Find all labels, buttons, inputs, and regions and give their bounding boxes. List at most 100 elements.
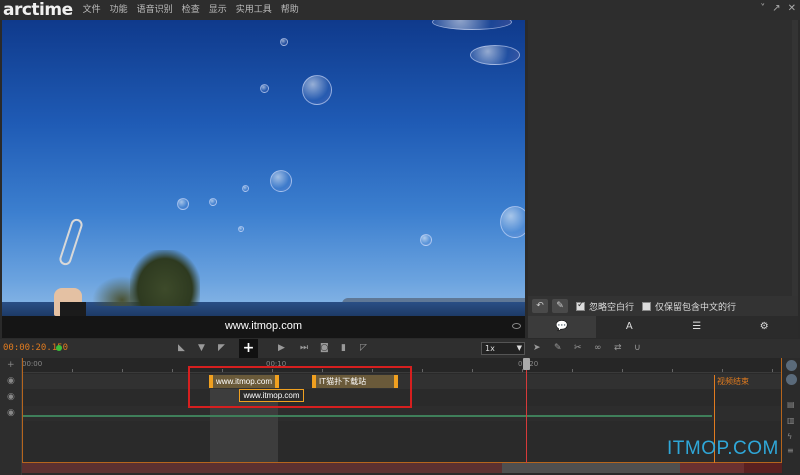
menu-speech-recognition[interactable]: 语音识别 (137, 0, 173, 20)
tab-list-icon[interactable]: ☰ (663, 316, 731, 338)
bubble (420, 234, 432, 246)
ruler-label: 00:00 (22, 360, 43, 368)
tick (622, 369, 623, 372)
tab-font-icon[interactable]: A (596, 316, 664, 338)
scrollbar[interactable] (792, 20, 798, 296)
audio-track[interactable] (22, 406, 782, 421)
lightning-icon[interactable]: ϟ (787, 432, 792, 441)
zoom-knob[interactable] (786, 374, 797, 385)
ignore-blank-label: 忽略空白行 (589, 302, 635, 313)
tick (572, 369, 573, 372)
app-logo: arctime (3, 0, 73, 20)
tick (72, 369, 73, 372)
video-end-label: 视频结束 (717, 377, 749, 386)
mark-in-icon[interactable]: ◣ (178, 343, 185, 353)
timeline-scrollbar[interactable] (22, 463, 782, 473)
bubble (238, 226, 244, 232)
bubble (177, 198, 189, 210)
bubble (302, 75, 332, 105)
scroll-segment (744, 463, 782, 473)
menu-display[interactable]: 显示 (209, 0, 227, 20)
menu-file[interactable]: 文件 (83, 0, 101, 20)
tree (130, 250, 200, 306)
subtitle-text-panel[interactable] (528, 20, 798, 296)
scissors-icon[interactable]: ✂ (574, 343, 582, 353)
cursor-icon[interactable]: ➤ (533, 343, 541, 353)
tick (122, 369, 123, 372)
chevron-down-icon: ▼ (516, 344, 522, 352)
tick (422, 369, 423, 372)
mark-out-icon[interactable]: ◤ (218, 343, 225, 353)
eye-icon[interactable] (512, 323, 521, 329)
speed-value: 1x (485, 344, 495, 353)
maximize-icon[interactable]: ↗ (772, 3, 780, 14)
edit-tool-icon[interactable]: ✎ (554, 343, 562, 353)
link-icon[interactable]: ∞ (594, 343, 602, 353)
bubble-wand (57, 217, 85, 267)
bubble (280, 38, 288, 46)
tab-settings-icon[interactable]: ⚙ (731, 316, 799, 338)
down-icon[interactable]: ▼ (198, 343, 205, 353)
eye-icon[interactable]: ◉ (7, 377, 16, 386)
bubble (260, 84, 269, 93)
panel-tabs: 💬 A ☰ ⚙ (528, 316, 798, 338)
scroll-segment (22, 463, 502, 473)
close-icon[interactable]: ✕ (788, 3, 796, 14)
bubble (432, 20, 512, 30)
chinese-only-label: 仅保留包含中文的行 (655, 302, 737, 313)
add-subtitle-button[interactable]: + (239, 339, 258, 358)
minimize-icon[interactable]: ˅ (760, 3, 765, 14)
add-track-icon[interactable]: + (7, 361, 16, 370)
ignore-blank-checkbox[interactable] (576, 300, 585, 311)
bubble (470, 45, 520, 65)
tick (672, 369, 673, 372)
playhead-handle[interactable] (523, 358, 530, 370)
bubble (209, 198, 217, 206)
menu-function[interactable]: 功能 (110, 0, 128, 20)
playhead[interactable] (526, 358, 527, 463)
playback-controls: 00:00:20.150 ◣ ▼ ◤ + ▶ ⏭ ◙ ▮ ◸ 1x ▼ ➤ ✎ … (0, 339, 800, 358)
edit-icon[interactable]: ✎ (552, 299, 568, 313)
zoom-knob[interactable] (786, 360, 797, 371)
menu-check[interactable]: 检查 (182, 0, 200, 20)
sleeve (60, 302, 86, 316)
zoom-controls: ▤ ▥ ϟ ≡ (783, 358, 800, 475)
title-bar: arctime 文件 功能 语音识别 检查 显示 实用工具 帮助 ˅ ↗ ✕ (0, 0, 800, 20)
watermark: ITMOP.COM (667, 438, 779, 459)
magnet-icon[interactable]: ∪ (634, 343, 641, 353)
eye-icon[interactable]: ◉ (7, 393, 16, 402)
bubble (500, 206, 525, 238)
speed-select[interactable]: 1x ▼ (481, 342, 525, 355)
camera-icon[interactable]: ◙ (320, 343, 329, 353)
video-preview[interactable] (2, 20, 525, 316)
chart-icon[interactable]: ▥ (787, 416, 795, 425)
play-icon[interactable]: ▶ (278, 343, 285, 353)
status-dot (56, 345, 62, 351)
menu-help[interactable]: 帮助 (281, 0, 299, 20)
highlight-box (188, 366, 412, 408)
track-controls: + ◉ ◉ ◉ (0, 358, 22, 475)
tick (172, 369, 173, 372)
tick (722, 369, 723, 372)
chinese-only-checkbox[interactable] (642, 301, 652, 311)
bubble (242, 185, 249, 192)
panel-toolbar: ↶ ✎ 忽略空白行 仅保留包含中文的行 (528, 296, 798, 316)
arctime-window: arctime 文件 功能 语音识别 检查 显示 实用工具 帮助 ˅ ↗ ✕ w… (0, 0, 800, 475)
caption-text: www.itmop.com (224, 320, 303, 332)
scroll-segment (680, 463, 744, 473)
window-controls: ˅ ↗ ✕ (760, 3, 796, 14)
tab-chat-icon[interactable]: 💬 (528, 316, 596, 338)
eye-icon[interactable]: ◉ (7, 409, 16, 418)
tick (472, 369, 473, 372)
main-menu: 文件 功能 语音识别 检查 显示 实用工具 帮助 (83, 0, 308, 20)
menu-tools[interactable]: 实用工具 (236, 0, 272, 20)
volume-icon[interactable]: ▤ (787, 400, 795, 409)
step-icon[interactable]: ⏭ (300, 343, 308, 353)
caption-preview: www.itmop.com (2, 316, 525, 338)
audio-waveform (22, 415, 712, 417)
undo-icon[interactable]: ↶ (532, 299, 548, 313)
bookmark-icon[interactable]: ▮ (341, 343, 346, 353)
menu-icon[interactable]: ≡ (787, 446, 794, 455)
swap-icon[interactable]: ⇄ (614, 343, 622, 353)
tool-icon[interactable]: ◸ (360, 343, 367, 353)
